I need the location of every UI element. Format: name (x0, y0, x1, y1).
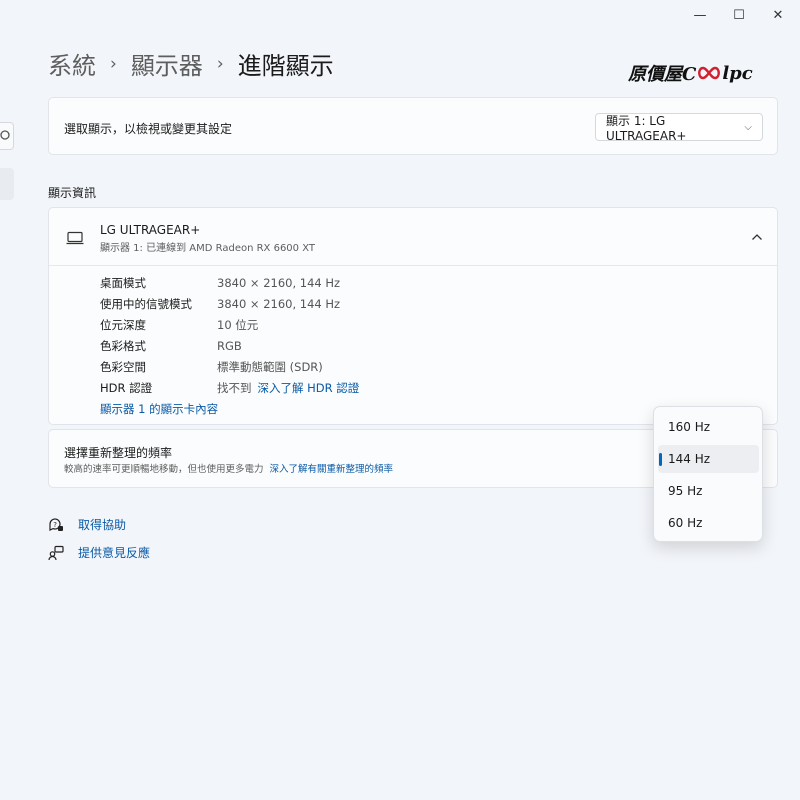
refresh-option-95[interactable]: 95 Hz (658, 477, 759, 505)
breadcrumb-item-display[interactable]: 顯示器 (131, 46, 203, 81)
info-row-desktop-mode: 桌面模式 3840 × 2160, 144 Hz (100, 274, 340, 292)
info-row-hdr-certification: HDR 認證 找不到 深入了解 HDR 認證 (100, 379, 359, 397)
hdr-learn-more-link[interactable]: 深入了解 HDR 認證 (258, 380, 360, 396)
info-row-bit-depth: 位元深度 10 位元 (100, 316, 258, 334)
selected-indicator (659, 453, 662, 466)
refresh-rate-desc-row: 較高的速率可更順暢地移動，但也使用更多電力 深入了解有關重新整理的頻率 (64, 461, 393, 475)
refresh-rate-learn-more-link[interactable]: 深入了解有關重新整理的頻率 (270, 461, 394, 475)
info-value: 找不到 (217, 381, 252, 395)
refresh-rate-dropdown[interactable]: 160 Hz 144 Hz 95 Hz 60 Hz (653, 406, 763, 542)
feedback-icon (48, 545, 78, 561)
option-label: 160 Hz (668, 420, 711, 434)
info-row-active-signal-mode: 使用中的信號模式 3840 × 2160, 144 Hz (100, 295, 340, 313)
infinity-icon (697, 66, 721, 80)
breadcrumb-item-system[interactable]: 系統 (48, 46, 96, 81)
display-select-dropdown[interactable]: 顯示 1: LG ULTRAGEAR+ ⌵ (595, 113, 763, 143)
search-icon (0, 130, 10, 140)
refresh-option-60[interactable]: 60 Hz (658, 509, 759, 537)
refresh-option-144[interactable]: 144 Hz (658, 445, 759, 473)
breadcrumb-separator-icon: › (216, 53, 224, 74)
page-title: 進階顯示 (237, 52, 334, 80)
sidebar-search-edge[interactable] (0, 122, 14, 150)
breadcrumb-separator-icon: › (110, 53, 117, 74)
section-title-display-info: 顯示資訊 (48, 186, 97, 200)
info-key: 色彩空間 (100, 360, 146, 374)
breadcrumb: 系統 › 顯示器 › 進階顯示 (48, 46, 334, 81)
chevron-down-icon: ⌵ (744, 121, 752, 133)
refresh-rate-title: 選擇重新整理的頻率 (64, 446, 173, 460)
info-value: RGB (217, 339, 242, 353)
monitor-icon (66, 231, 84, 245)
info-value: 標準動態範圍 (SDR) (217, 360, 323, 374)
get-help-label: 取得協助 (78, 518, 127, 532)
info-key: 位元深度 (100, 318, 146, 332)
monitor-connection-info: 顯示器 1: 已連線到 AMD Radeon RX 6600 XT (100, 243, 315, 254)
feedback-link[interactable]: 提供意見反應 (48, 544, 150, 561)
info-key: 桌面模式 (100, 276, 146, 290)
sidebar-item-edge[interactable] (0, 168, 14, 200)
watermark-suffix: lpc (722, 62, 753, 84)
adapter-properties-link[interactable]: 顯示器 1 的顯示卡內容 (100, 400, 218, 418)
info-row-color-format: 色彩格式 RGB (100, 337, 242, 355)
watermark-logo: 原價屋C lpc (628, 60, 753, 86)
info-key: HDR 認證 (100, 381, 153, 395)
info-row-color-space: 色彩空間 標準動態範圍 (SDR) (100, 358, 323, 376)
display-select-value: 顯示 1: LG ULTRAGEAR+ (606, 113, 687, 143)
get-help-link[interactable]: ? 取得協助 (48, 516, 126, 533)
display-info-header[interactable]: LG ULTRAGEAR+ 顯示器 1: 已連線到 AMD Radeon RX … (49, 208, 777, 266)
help-icon: ? (48, 517, 78, 533)
watermark-prefix: 原價屋C (628, 64, 697, 85)
info-value: 3840 × 2160, 144 Hz (217, 297, 341, 311)
svg-text:?: ? (53, 521, 57, 529)
minimize-button[interactable]: — (689, 6, 711, 24)
select-display-card: 選取顯示，以檢視或變更其設定 顯示 1: LG ULTRAGEAR+ ⌵ (48, 97, 778, 155)
refresh-option-160[interactable]: 160 Hz (658, 413, 759, 441)
feedback-label: 提供意見反應 (78, 546, 151, 560)
select-display-label: 選取顯示，以檢視或變更其設定 (64, 122, 233, 136)
info-value: 10 位元 (217, 318, 259, 332)
close-button[interactable]: ✕ (767, 6, 789, 24)
info-key: 使用中的信號模式 (100, 297, 192, 311)
monitor-name: LG ULTRAGEAR+ (100, 223, 201, 237)
maximize-button[interactable]: ☐ (728, 6, 750, 24)
option-label: 144 Hz (668, 452, 711, 466)
option-label: 95 Hz (668, 484, 703, 498)
chevron-up-icon[interactable] (751, 233, 763, 241)
info-value: 3840 × 2160, 144 Hz (217, 276, 341, 290)
option-label: 60 Hz (668, 516, 703, 530)
info-key: 色彩格式 (100, 339, 146, 353)
refresh-rate-desc: 較高的速率可更順暢地移動，但也使用更多電力 (64, 464, 264, 475)
